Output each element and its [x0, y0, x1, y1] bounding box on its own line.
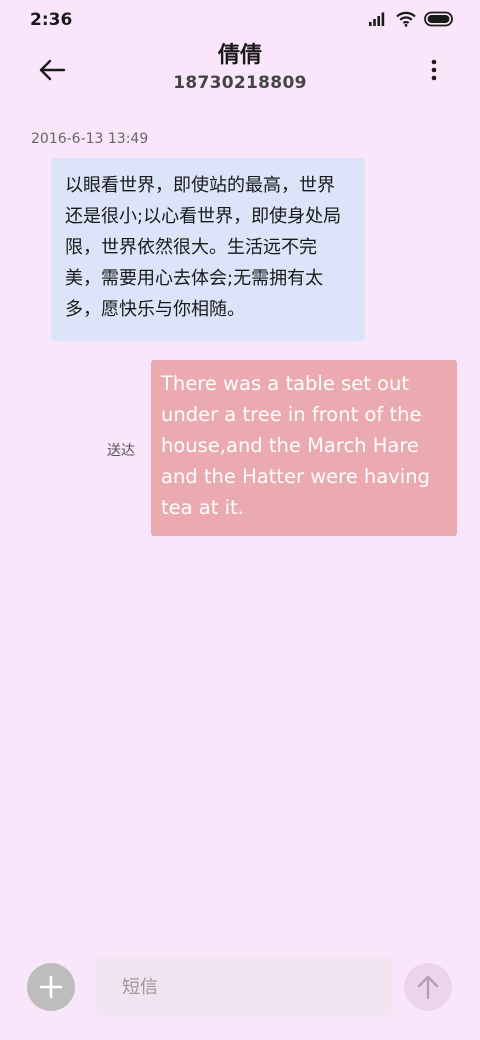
signal-icon: [368, 11, 388, 31]
contact-title: 倩倩 18730218809: [90, 40, 390, 94]
incoming-message-bubble[interactable]: 以眼看世界，即使站的最高，世界还是很小;以心看世界，即使身处局限，世界依然很大。…: [51, 158, 365, 341]
status-time: 2:36: [30, 10, 73, 30]
contact-number: 18730218809: [173, 73, 307, 93]
send-button[interactable]: [404, 963, 452, 1011]
conversation-header: 倩倩 18730218809: [0, 40, 480, 100]
battery-icon: [424, 11, 454, 31]
arrow-left-icon: [39, 59, 66, 81]
add-attachment-button[interactable]: [27, 963, 75, 1011]
delivery-status: 送达: [107, 443, 135, 459]
contact-name: 倩倩: [217, 43, 262, 68]
message-timestamp: 2016-6-13 13:49: [31, 131, 149, 147]
back-button[interactable]: [30, 52, 74, 88]
wifi-icon: [396, 11, 416, 31]
more-vertical-icon: [431, 59, 437, 81]
plus-icon: [39, 975, 63, 999]
message-input[interactable]: [96, 957, 392, 1017]
outgoing-message-bubble[interactable]: There was a table set out under a tree i…: [151, 360, 457, 536]
status-icons: [368, 11, 454, 31]
arrow-up-icon: [417, 975, 439, 1000]
status-bar: 2:36: [0, 0, 480, 40]
messaging-screen: 2:36 倩倩 18730218809 2016-6-13 13:49 以眼看世…: [0, 0, 480, 1040]
more-options-button[interactable]: [422, 54, 446, 86]
